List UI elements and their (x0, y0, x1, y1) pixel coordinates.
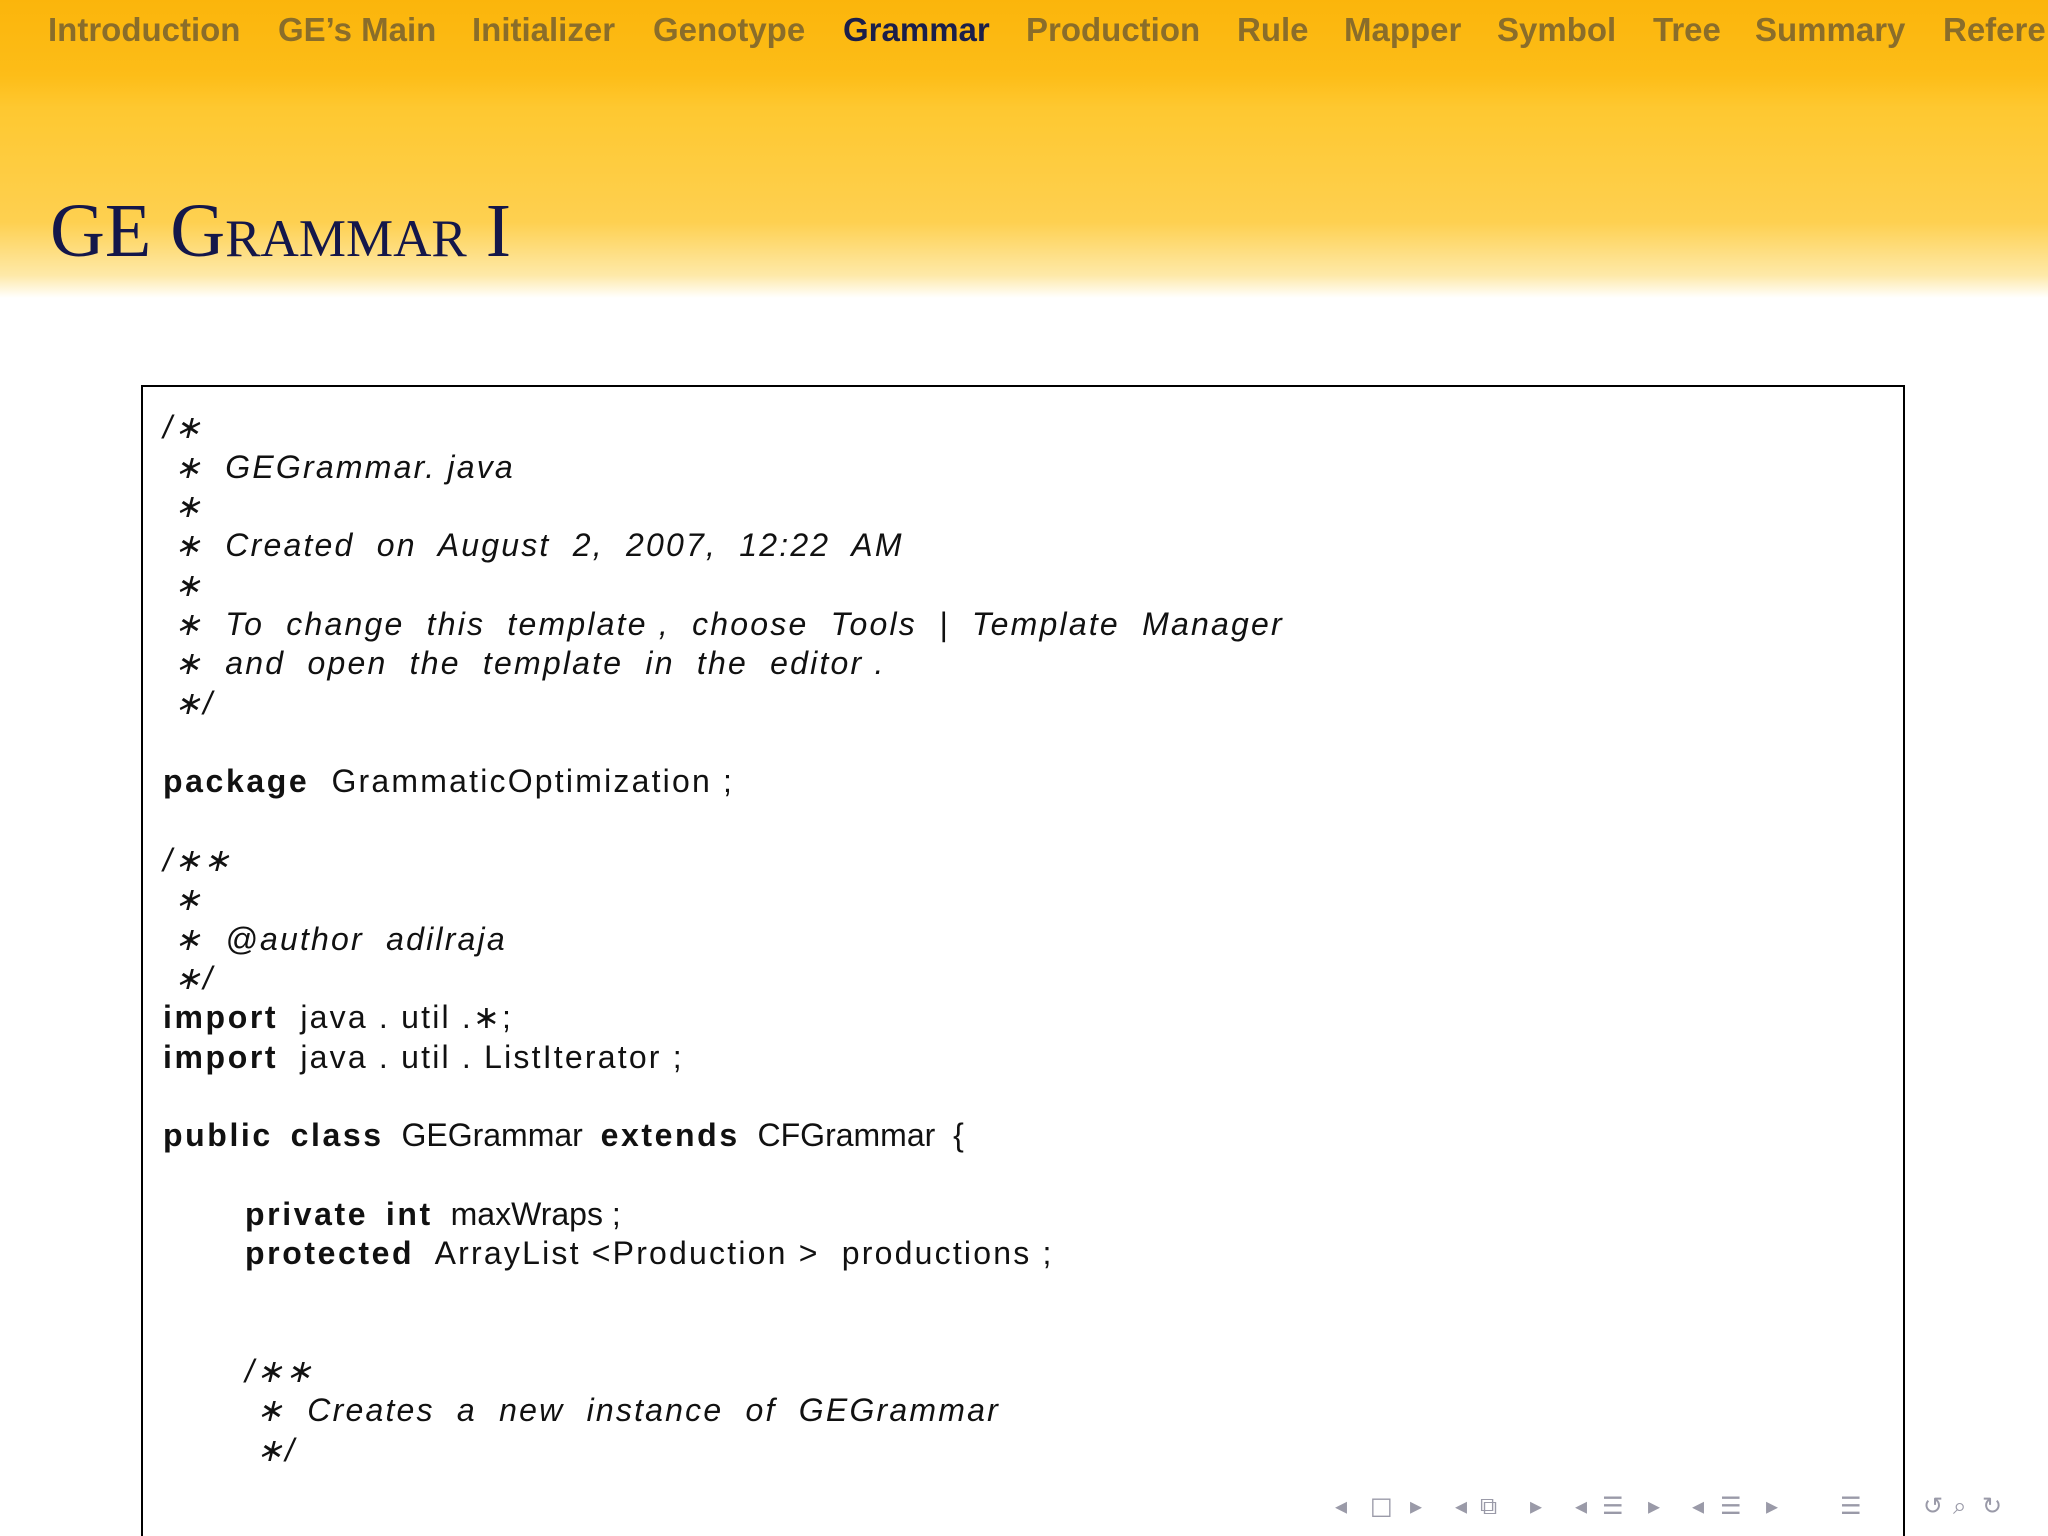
nav-item-tree[interactable]: Tree (1653, 10, 1721, 50)
keyword: protected (245, 1235, 415, 1271)
nav-item-ges-main[interactable]: GE’s Main (278, 10, 436, 50)
arrow-left-icon[interactable]: ◂ (1575, 1488, 1587, 1524)
code-line: ∗/ (163, 685, 215, 721)
code-line-field: private int maxWraps ; (245, 1194, 621, 1234)
arrow-left-icon[interactable]: ◂ (1692, 1488, 1704, 1524)
keyword: class (290, 1117, 384, 1153)
subsection-icon[interactable]: ⧉ (1480, 1488, 1497, 1524)
code-line-package: package GrammaticOptimization ; (163, 761, 734, 801)
code-line: ∗ (163, 488, 204, 524)
code-line-class-declaration: public class GEGrammar extends CFGrammar… (163, 1115, 964, 1155)
nav-item-introduction[interactable]: Introduction (48, 10, 240, 50)
arrow-right-icon[interactable]: ▸ (1410, 1488, 1422, 1524)
title-part-suffix: I (466, 189, 512, 273)
arrow-right-icon[interactable]: ▸ (1648, 1488, 1660, 1524)
frame-icon[interactable]: □ (1370, 1488, 1393, 1524)
code-listing: /∗ ∗ GEGrammar. java ∗ ∗ Created on Augu… (141, 385, 1905, 1536)
back-icon[interactable]: ↺ (1923, 1488, 1943, 1524)
nav-item-mapper[interactable]: Mapper (1344, 10, 1461, 50)
nav-item-grammar[interactable]: Grammar (843, 10, 990, 50)
code-line: ∗ @author adilraja (163, 921, 507, 957)
code-line-import: import java . util . ListIterator ; (163, 1037, 684, 1077)
page-title: GE Grammar I (50, 186, 511, 276)
nav-item-symbol[interactable]: Symbol (1497, 10, 1616, 50)
nav-item-initializer[interactable]: Initializer (472, 10, 615, 50)
code-text: CFGrammar { (757, 1117, 964, 1153)
keyword: extends (600, 1117, 740, 1153)
keyword: public (163, 1117, 273, 1153)
code-text: GrammaticOptimization ; (331, 763, 735, 799)
title-part-lead: GE G (50, 189, 226, 273)
code-text: java . util .∗; (300, 999, 514, 1035)
code-line: ∗/ (163, 960, 215, 996)
code-line-import: import java . util .∗; (163, 997, 513, 1037)
nav-item-genotype[interactable]: Genotype (653, 10, 805, 50)
code-line: /∗ (163, 409, 204, 445)
code-line: ∗ Creates a new instance of GEGrammar (245, 1392, 1000, 1428)
beamer-navigation-symbols: ◂ □ ▸ ◂ ⧉ ▸ ◂ ☰ ▸ ◂ ☰ ▸ ☰ ↺ ⌕ ↻ (1330, 1488, 2030, 1524)
appendix-icon[interactable]: ☰ (1840, 1488, 1862, 1524)
title-part-smallcaps: rammar (225, 189, 467, 273)
code-line: /∗∗ (163, 842, 233, 878)
code-line: ∗ Created on August 2, 2007, 12:22 AM (163, 527, 904, 563)
code-text: maxWraps ; (450, 1196, 621, 1232)
keyword: private (245, 1196, 369, 1232)
code-line: ∗ To change this template , choose Tools… (163, 606, 1284, 642)
keyword: int (385, 1196, 433, 1232)
section-icon[interactable]: ☰ (1602, 1488, 1624, 1524)
title-band: GE Grammar I (0, 108, 2048, 298)
nav-item-summary[interactable]: Summary (1755, 10, 1905, 50)
keyword: import (163, 999, 279, 1035)
document-icon[interactable]: ☰ (1720, 1488, 1742, 1524)
nav-item-references[interactable]: Refere (1943, 10, 2046, 50)
code-line: ∗ and open the template in the editor . (163, 645, 886, 681)
arrow-left-icon[interactable]: ◂ (1455, 1488, 1467, 1524)
arrow-right-icon[interactable]: ▸ (1766, 1488, 1778, 1524)
nav-item-rule[interactable]: Rule (1237, 10, 1309, 50)
arrow-left-icon[interactable]: ◂ (1335, 1488, 1347, 1524)
code-text: ArrayList <Production > productions ; (434, 1235, 1054, 1271)
slide: Introduction GE’s Main Initializer Genot… (0, 0, 2048, 1536)
code-line-field: protected ArrayList <Production > produc… (245, 1233, 1054, 1273)
arrow-right-icon[interactable]: ▸ (1530, 1488, 1542, 1524)
search-icon[interactable]: ⌕ (1953, 1488, 1966, 1524)
keyword: import (163, 1039, 279, 1075)
code-text: java . util . ListIterator ; (300, 1039, 684, 1075)
code-line: ∗ (163, 567, 204, 603)
code-line: ∗/ (245, 1432, 297, 1468)
code-text: GEGrammar (401, 1117, 583, 1153)
code-line: ∗ GEGrammar. java (163, 449, 515, 485)
section-navigation-bar: Introduction GE’s Main Initializer Genot… (0, 0, 2048, 108)
code-line: ∗ (163, 881, 204, 917)
nav-item-production[interactable]: Production (1026, 10, 1200, 50)
keyword: package (163, 763, 310, 799)
forward-icon[interactable]: ↻ (1982, 1488, 2002, 1524)
code-line: /∗∗ (245, 1353, 315, 1389)
